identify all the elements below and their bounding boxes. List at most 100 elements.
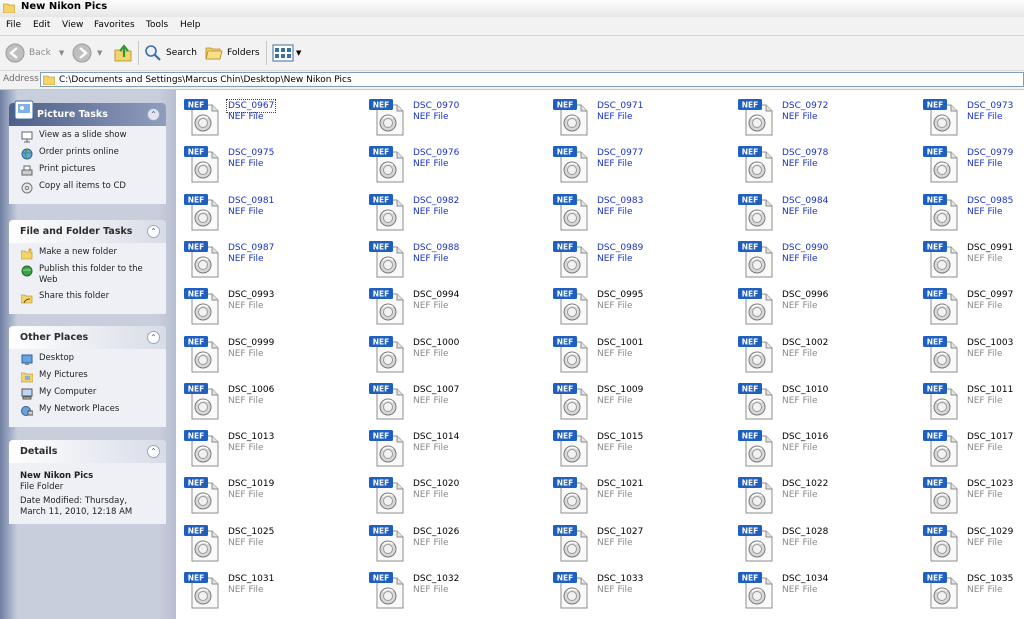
menu-tools[interactable]: Tools	[146, 20, 168, 30]
task-order-prints[interactable]: Order prints online	[9, 147, 166, 164]
place-desktop[interactable]: Desktop	[9, 353, 166, 370]
file-item[interactable]: NEF DSC_1016 NEF File	[734, 425, 914, 469]
file-item[interactable]: NEF DSC_1022 NEF File	[734, 472, 914, 516]
file-item[interactable]: NEF DSC_1015 NEF File	[549, 425, 729, 469]
file-item[interactable]: NEF DSC_1002 NEF File	[734, 331, 914, 375]
file-item[interactable]: NEF DSC_0978 NEF File	[734, 141, 914, 185]
collapse-chevron-icon[interactable]: ⌃	[147, 445, 160, 458]
file-item[interactable]: NEF DSC_0995 NEF File	[549, 283, 729, 327]
task-print-pictures[interactable]: Print pictures	[9, 164, 166, 181]
nef-file-icon: NEF	[923, 240, 958, 278]
file-item[interactable]: NEF DSC_1029 NEF File	[919, 520, 1024, 564]
place-my-network[interactable]: My Network Places	[9, 404, 166, 421]
file-item[interactable]: NEF DSC_1003 NEF File	[919, 331, 1024, 375]
file-item[interactable]: NEF DSC_0988 NEF File	[365, 236, 545, 280]
collapse-chevron-icon[interactable]: ⌃	[147, 331, 160, 344]
svg-text:NEF: NEF	[188, 337, 205, 346]
menu-view[interactable]: View	[62, 20, 83, 30]
menu-help[interactable]: Help	[180, 20, 201, 30]
file-item[interactable]: NEF DSC_1007 NEF File	[365, 378, 545, 422]
file-type: NEF File	[967, 112, 1003, 122]
file-item[interactable]: NEF DSC_1013 NEF File	[180, 425, 360, 469]
file-item[interactable]: NEF DSC_1034 NEF File	[734, 567, 914, 611]
file-item[interactable]: NEF DSC_0979 NEF File	[919, 141, 1024, 185]
file-item[interactable]: NEF DSC_1000 NEF File	[365, 331, 545, 375]
file-item[interactable]: NEF DSC_0971 NEF File	[549, 94, 729, 138]
file-item[interactable]: NEF DSC_0975 NEF File	[180, 141, 360, 185]
other-places-header[interactable]: Other Places ⌃	[9, 326, 166, 349]
task-copy-to-cd[interactable]: Copy all items to CD	[9, 181, 166, 198]
picture-tasks-header[interactable]: Picture Tasks ⌃	[9, 100, 166, 126]
file-item[interactable]: NEF DSC_0983 NEF File	[549, 189, 729, 233]
file-item[interactable]: NEF DSC_0996 NEF File	[734, 283, 914, 327]
file-item[interactable]: NEF DSC_0970 NEF File	[365, 94, 545, 138]
place-my-computer[interactable]: My Computer	[9, 387, 166, 404]
menu-file[interactable]: File	[6, 20, 21, 30]
file-item[interactable]: NEF DSC_0981 NEF File	[180, 189, 360, 233]
search-button[interactable]: Search	[144, 42, 197, 64]
forward-dropdown-icon[interactable]: ▼	[97, 49, 102, 57]
file-item[interactable]: NEF DSC_1032 NEF File	[365, 567, 545, 611]
file-item[interactable]: NEF DSC_1023 NEF File	[919, 472, 1024, 516]
file-item[interactable]: NEF DSC_1025 NEF File	[180, 520, 360, 564]
nef-file-icon: NEF	[184, 477, 219, 514]
file-name: DSC_1017	[967, 432, 1014, 443]
file-item[interactable]: NEF DSC_0994 NEF File	[365, 283, 545, 327]
menu-edit[interactable]: Edit	[33, 20, 50, 30]
file-item[interactable]: NEF DSC_1033 NEF File	[549, 567, 729, 611]
collapse-chevron-icon[interactable]: ⌃	[147, 225, 160, 238]
file-item[interactable]: NEF DSC_1014 NEF File	[365, 425, 545, 469]
file-item[interactable]: NEF DSC_1017 NEF File	[919, 425, 1024, 469]
collapse-chevron-icon[interactable]: ⌃	[147, 108, 160, 121]
file-item[interactable]: NEF DSC_0984 NEF File	[734, 189, 914, 233]
file-folder-tasks-header[interactable]: File and Folder Tasks ⌃	[9, 220, 166, 243]
file-item[interactable]: NEF DSC_0997 NEF File	[919, 283, 1024, 327]
views-button[interactable]: ▼	[272, 42, 301, 64]
file-item[interactable]: NEF DSC_0973 NEF File	[919, 94, 1024, 138]
details-header[interactable]: Details ⌃	[9, 440, 166, 463]
task-new-folder[interactable]: Make a new folder	[9, 247, 166, 264]
back-button[interactable]: Back ▼	[5, 42, 64, 64]
file-item[interactable]: NEF DSC_1027 NEF File	[549, 520, 729, 564]
file-item[interactable]: NEF DSC_1035 NEF File	[919, 567, 1024, 611]
file-item[interactable]: NEF DSC_0990 NEF File	[734, 236, 914, 280]
task-publish-web[interactable]: Publish this folder to the Web	[9, 264, 166, 291]
file-item[interactable]: NEF DSC_0999 NEF File	[180, 331, 360, 375]
task-slide-show[interactable]: View as a slide show	[9, 130, 166, 147]
file-list-view[interactable]: NEF DSC_0967 NEF File NEF DSC_0970 NEF File NE…	[176, 90, 1024, 619]
file-item[interactable]: NEF DSC_0987 NEF File	[180, 236, 360, 280]
file-item[interactable]: NEF DSC_1026 NEF File	[365, 520, 545, 564]
folders-button[interactable]: Folders	[205, 42, 260, 64]
file-item[interactable]: NEF DSC_1020 NEF File	[365, 472, 545, 516]
file-item[interactable]: NEF DSC_0991 NEF File	[919, 236, 1024, 280]
file-item[interactable]: NEF DSC_1019 NEF File	[180, 472, 360, 516]
file-item[interactable]: NEF DSC_0977 NEF File	[549, 141, 729, 185]
file-item[interactable]: NEF DSC_0972 NEF File	[734, 94, 914, 138]
file-item[interactable]: NEF DSC_0967 NEF File	[180, 94, 360, 138]
file-item[interactable]: NEF DSC_1031 NEF File	[180, 567, 360, 611]
svg-text:NEF: NEF	[742, 148, 759, 157]
file-item[interactable]: NEF DSC_1021 NEF File	[549, 472, 729, 516]
file-item[interactable]: NEF DSC_0985 NEF File	[919, 189, 1024, 233]
file-item[interactable]: NEF DSC_0989 NEF File	[549, 236, 729, 280]
file-type: NEF File	[597, 112, 633, 122]
file-item[interactable]: NEF DSC_1011 NEF File	[919, 378, 1024, 422]
file-item[interactable]: NEF DSC_1028 NEF File	[734, 520, 914, 564]
file-item[interactable]: NEF DSC_1010 NEF File	[734, 378, 914, 422]
file-item[interactable]: NEF DSC_0993 NEF File	[180, 283, 360, 327]
up-folder-button[interactable]	[113, 42, 133, 64]
forward-button[interactable]: ▼	[72, 42, 102, 64]
back-dropdown-icon[interactable]: ▼	[59, 49, 64, 57]
place-my-pictures[interactable]: My Pictures	[9, 370, 166, 387]
title-bar[interactable]: New Nikon Pics	[0, 0, 1024, 18]
menu-favorites[interactable]: Favorites	[94, 20, 135, 30]
file-name: DSC_0996	[782, 290, 829, 301]
file-item[interactable]: NEF DSC_1001 NEF File	[549, 331, 729, 375]
file-item[interactable]: NEF DSC_0976 NEF File	[365, 141, 545, 185]
file-item[interactable]: NEF DSC_0982 NEF File	[365, 189, 545, 233]
task-share-folder[interactable]: Share this folder	[9, 291, 166, 308]
address-input[interactable]: C:\Documents and Settings\Marcus Chin\De…	[40, 72, 1024, 87]
file-item[interactable]: NEF DSC_1006 NEF File	[180, 378, 360, 422]
file-type: NEF File	[967, 348, 1003, 359]
file-item[interactable]: NEF DSC_1009 NEF File	[549, 378, 729, 422]
